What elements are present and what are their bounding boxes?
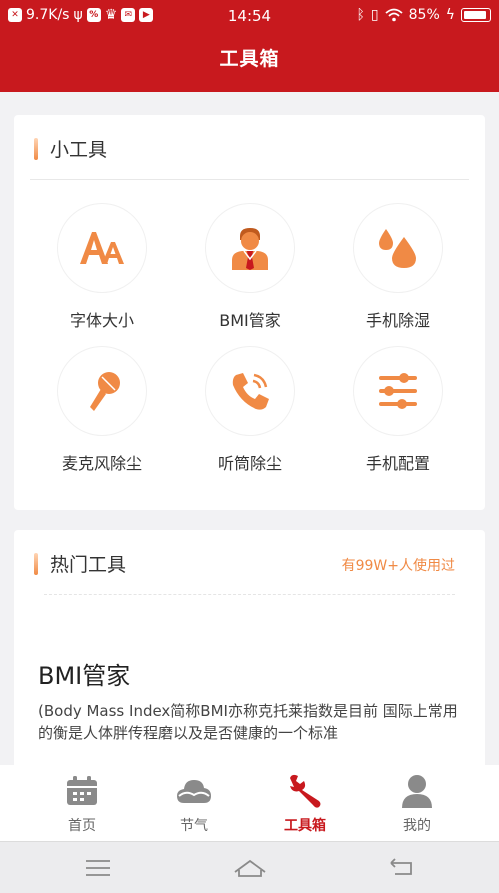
cloud-icon: [177, 780, 211, 803]
tool-phone-config[interactable]: 手机配置: [333, 346, 463, 474]
sliders-icon: [379, 373, 417, 409]
nav-label: 工具箱: [284, 818, 326, 834]
tool-earpiece-clean[interactable]: 听筒除尘: [185, 346, 315, 474]
battery-icon: [461, 8, 491, 22]
tool-label: 听筒除尘: [217, 454, 282, 473]
tool-icon-circle: [353, 203, 443, 293]
person-icon: [232, 228, 268, 270]
wifi-icon: [385, 8, 403, 22]
tool-dehumidify[interactable]: 手机除湿: [333, 203, 463, 331]
tool-mic-clean[interactable]: 麦克风除尘: [37, 346, 167, 474]
usage-count-text: 有99W+人使用过: [341, 558, 455, 574]
tool-font-size[interactable]: 字体大小: [37, 203, 167, 331]
app-header: ✕ 9.7K/s ψ % ♛ ✉ ▶ 14:54 ᛒ ▯ 85% ϟ 工具箱: [0, 0, 499, 92]
page-title: 工具箱: [219, 48, 280, 70]
vibrate-icon: ▯: [370, 7, 379, 23]
home-button[interactable]: [230, 854, 270, 882]
section-accent-bar: [34, 552, 38, 575]
hot-section-title: 热门工具: [50, 554, 127, 576]
tool-label: BMI管家: [219, 311, 281, 330]
tool-label: 手机配置: [365, 454, 430, 473]
microphone-icon: [90, 372, 120, 411]
back-button[interactable]: [380, 854, 420, 882]
menu-button[interactable]: [78, 854, 118, 882]
calendar-icon: [67, 776, 97, 805]
tools-section-header: 小工具: [34, 135, 107, 162]
tool-label: 手机除湿: [365, 311, 430, 330]
tool-icon-circle: [57, 346, 147, 436]
battery-percent: 85%: [408, 7, 440, 23]
hot-section-header: 热门工具: [34, 550, 126, 577]
tool-icon-circle: [205, 203, 295, 293]
tool-label: 字体大小: [69, 311, 134, 330]
section-accent-bar: [34, 137, 38, 160]
tools-card: 小工具 字体大小 BMI管家 手机除湿 麦克风除尘 听筒除尘 手机配置: [14, 115, 485, 510]
tool-bmi[interactable]: BMI管家: [185, 203, 315, 331]
wrench-icon: [290, 774, 321, 808]
tool-icon-circle: [353, 346, 443, 436]
nav-toolbox[interactable]: 工具箱: [255, 773, 355, 835]
user-icon: [402, 775, 432, 808]
divider: [30, 179, 469, 180]
dashed-divider: [44, 594, 455, 595]
home-icon: [234, 859, 266, 877]
hot-item-description: (Body Mass Index简称BMI亦称克托莱指数是目前 国际上常用的衡是…: [38, 702, 458, 742]
nav-mine[interactable]: 我的: [367, 773, 467, 835]
bluetooth-icon: ᛒ: [356, 7, 365, 23]
tool-icon-circle: [205, 346, 295, 436]
back-icon: [390, 858, 412, 875]
hot-item-title[interactable]: BMI管家: [38, 656, 130, 691]
nav-label: 首页: [68, 818, 96, 834]
nav-home[interactable]: 首页: [32, 773, 132, 835]
status-bar: ✕ 9.7K/s ψ % ♛ ✉ ▶ 14:54 ᛒ ▯ 85% ϟ: [0, 0, 499, 32]
phone-icon: [232, 373, 269, 410]
system-nav-bar: [0, 841, 499, 893]
nav-label: 我的: [403, 818, 431, 834]
menu-icon: [86, 860, 110, 876]
tool-icon-circle: [57, 203, 147, 293]
water-drops-icon: [379, 229, 416, 268]
bottom-nav: 首页 节气 工具箱 我的: [0, 765, 499, 841]
hot-tools-card: 热门工具 有99W+人使用过 BMI管家 (Body Mass Index简称B…: [14, 530, 485, 770]
font-size-icon: [80, 232, 124, 264]
nav-label: 节气: [180, 818, 208, 834]
tool-label: 麦克风除尘: [61, 454, 142, 473]
charging-icon: ϟ: [445, 7, 455, 23]
tools-section-title: 小工具: [50, 139, 108, 161]
nav-solar-terms[interactable]: 节气: [144, 773, 244, 835]
